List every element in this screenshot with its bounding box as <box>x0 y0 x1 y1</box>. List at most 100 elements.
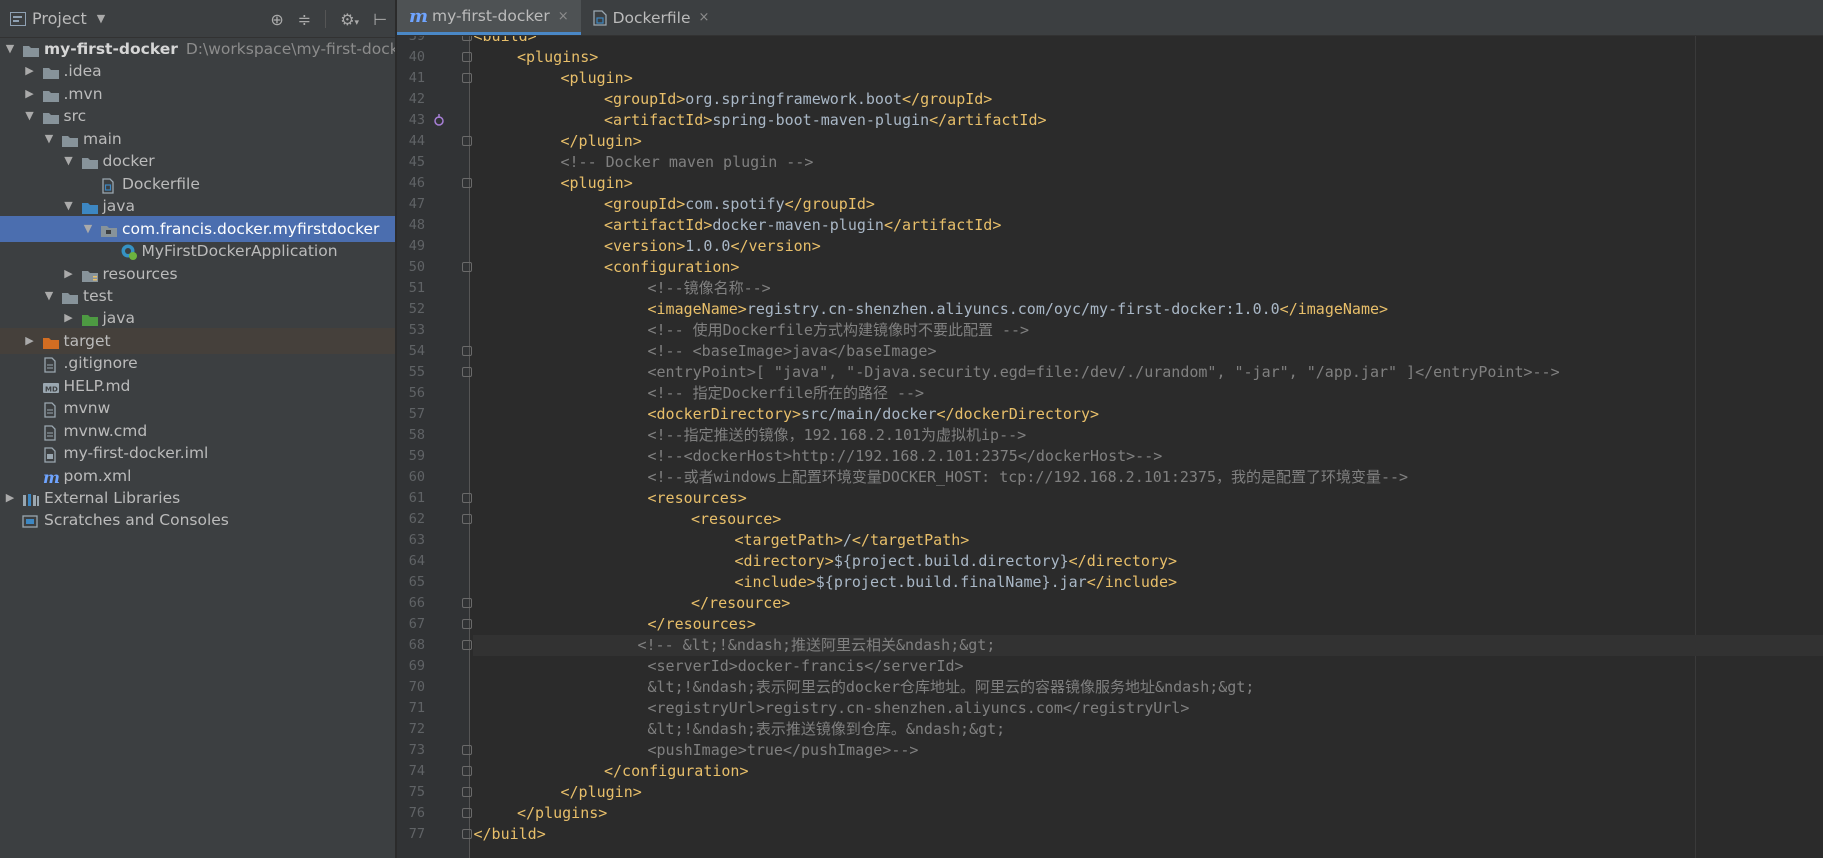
line-number: 68 <box>408 637 425 653</box>
fold-marker-icon[interactable] <box>462 52 472 62</box>
code-line-content: <!-- 指定Dockerfile所在的路径 --> <box>648 383 925 404</box>
line-number: 41 <box>408 70 425 86</box>
code-line[interactable]: </plugin> <box>473 131 1823 152</box>
code-editor[interactable]: 39 40 41 42 43 44 45 46 47 48 49 50 51 52 53 54 55 56 57 58… <box>397 36 1823 858</box>
code-line[interactable]: <resource> <box>473 509 1823 530</box>
chevron-down-icon[interactable]: ▼ <box>97 12 105 25</box>
line-number: 62 <box>408 511 425 527</box>
svg-text:MD: MD <box>45 385 58 393</box>
xml-comment: &lt;!&ndash;表示阿里云的docker仓库地址。阿里云的容器镜像服务地… <box>647 678 1255 696</box>
code-line[interactable]: <include>${project.build.finalName}.jar<… <box>473 572 1823 593</box>
code-line[interactable]: <plugins> <box>473 47 1823 68</box>
editor-tab-bar: m my-first-docker × Dockerfile × <box>397 0 1823 36</box>
code-line[interactable]: <!-- 使用Dockerfile方式构建镜像时不要此配置 --> <box>473 320 1823 341</box>
fold-marker-icon[interactable] <box>462 73 472 83</box>
fold-marker-icon[interactable] <box>462 136 472 146</box>
hide-panel-icon[interactable]: ⊢ <box>373 10 387 29</box>
close-icon[interactable]: × <box>699 10 710 25</box>
fold-marker-icon[interactable] <box>462 346 472 356</box>
fold-marker-icon[interactable] <box>462 514 472 524</box>
line-number: 60 <box>408 469 425 485</box>
line-number: 67 <box>408 616 425 632</box>
fold-marker-icon[interactable] <box>462 178 472 188</box>
code-line[interactable]: <groupId>org.springframework.boot</group… <box>473 89 1823 110</box>
code-line[interactable]: <!--<dockerHost>http://192.168.2.101:237… <box>473 446 1823 467</box>
fold-marker-icon[interactable] <box>462 619 472 629</box>
xml-tag-open: <groupId> <box>604 195 686 213</box>
line-number: 57 <box>408 406 425 422</box>
code-line[interactable]: <directory>${project.build.directory}</d… <box>473 551 1823 572</box>
code-line[interactable]: <!-- <baseImage>java</baseImage> <box>473 341 1823 362</box>
xml-tag: <plugin> <box>560 69 633 87</box>
xml-tag-close: </version> <box>730 237 821 255</box>
code-line-content: <artifactId>spring-boot-maven-plugin</ar… <box>604 110 1047 131</box>
code-line[interactable]: <registryUrl>registry.cn-shenzhen.aliyun… <box>473 698 1823 719</box>
close-icon[interactable]: × <box>558 9 569 24</box>
code-line[interactable]: <!-- 指定Dockerfile所在的路径 --> <box>473 383 1823 404</box>
xml-tag: </plugin> <box>560 783 642 801</box>
xml-tag-close: </artifactId> <box>929 111 1047 129</box>
code-line[interactable]: <configuration> <box>473 257 1823 278</box>
line-number: 44 <box>408 133 425 149</box>
project-panel-title[interactable]: Project <box>32 9 87 28</box>
fold-marker-icon[interactable] <box>462 262 472 272</box>
tab-pom-xml[interactable]: m my-first-docker × <box>397 0 581 35</box>
code-line[interactable]: </build> <box>473 824 1823 845</box>
code-line[interactable]: <artifactId>docker-maven-plugin</artifac… <box>473 215 1823 236</box>
gear-icon[interactable]: ⚙▾ <box>340 10 359 29</box>
xml-tag: <resources> <box>647 489 747 507</box>
code-line[interactable]: <plugin> <box>473 173 1823 194</box>
spring-class-icon <box>120 243 138 261</box>
package-icon <box>100 221 118 237</box>
code-line[interactable]: <!--或者windows上配置环境变量DOCKER_HOST: tcp://1… <box>473 467 1823 488</box>
source-folder-icon <box>81 198 99 215</box>
code-line[interactable]: </resources> <box>473 614 1823 635</box>
code-line[interactable]: <groupId>com.spotify</groupId> <box>473 194 1823 215</box>
code-line[interactable]: <!--镜像名称--> <box>473 278 1823 299</box>
code-line[interactable]: <!-- Docker maven plugin --> <box>473 152 1823 173</box>
xml-comment: <registryUrl>registry.cn-shenzhen.aliyun… <box>647 699 1190 717</box>
locate-target-icon[interactable]: ⊕ <box>270 10 283 29</box>
code-line[interactable]: <!-- &lt;!&ndash;推送阿里云相关&ndash;&gt; <box>473 635 1823 656</box>
code-line[interactable]: </plugin> <box>473 782 1823 803</box>
code-line[interactable]: </resource> <box>473 593 1823 614</box>
fold-marker-icon[interactable] <box>462 640 472 650</box>
collapse-all-icon[interactable]: ≑ <box>298 10 311 29</box>
fold-marker-icon[interactable] <box>462 36 472 41</box>
fold-marker-icon[interactable] <box>462 598 472 608</box>
code-line[interactable]: <artifactId>spring-boot-maven-plugin</ar… <box>473 110 1823 131</box>
fold-marker-icon[interactable] <box>462 766 472 776</box>
code-line[interactable]: <dockerDirectory>src/main/docker</docker… <box>473 404 1823 425</box>
xml-comment: &lt;!&ndash;表示推送镜像到仓库。&ndash;&gt; <box>647 720 1006 738</box>
code-line[interactable]: <entryPoint>[ "java", "-Djava.security.e… <box>473 362 1823 383</box>
xml-tag-close: </groupId> <box>784 195 875 213</box>
code-line-content: </resources> <box>648 614 756 635</box>
code-line[interactable]: <build> <box>473 36 1823 47</box>
run-gutter-icon[interactable] <box>433 113 445 127</box>
code-line[interactable]: </plugins> <box>473 803 1823 824</box>
xml-text-value: spring-boot-maven-plugin <box>712 111 930 129</box>
code-line[interactable]: <imageName>registry.cn-shenzhen.aliyuncs… <box>473 299 1823 320</box>
code-line[interactable]: <resources> <box>473 488 1823 509</box>
fold-marker-icon[interactable] <box>462 367 472 377</box>
code-line[interactable]: <serverId>docker-francis</serverId> <box>473 656 1823 677</box>
fold-marker-icon[interactable] <box>462 745 472 755</box>
tab-label: my-first-docker <box>432 7 550 25</box>
tab-dockerfile[interactable]: Dockerfile × <box>581 0 722 35</box>
xml-text-value: docker-maven-plugin <box>712 216 884 234</box>
project-view-icon[interactable] <box>10 11 26 26</box>
code-line[interactable]: &lt;!&ndash;表示阿里云的docker仓库地址。阿里云的容器镜像服务地… <box>473 677 1823 698</box>
excluded-folder-icon <box>42 333 60 349</box>
code-line[interactable]: </configuration> <box>473 761 1823 782</box>
code-line[interactable]: <!--指定推送的镜像，192.168.2.101为虚拟机ip--> <box>473 425 1823 446</box>
code-line[interactable]: <plugin> <box>473 68 1823 89</box>
code-line[interactable]: <version>1.0.0</version> <box>473 236 1823 257</box>
fold-marker-icon[interactable] <box>462 808 472 818</box>
tree-item[interactable]: Scratches and Consoles <box>0 507 395 533</box>
code-line[interactable]: <pushImage>true</pushImage>--> <box>473 740 1823 761</box>
code-line[interactable]: <targetPath>/</targetPath> <box>473 530 1823 551</box>
fold-marker-icon[interactable] <box>462 829 472 839</box>
fold-marker-icon[interactable] <box>462 787 472 797</box>
code-line[interactable]: &lt;!&ndash;表示推送镜像到仓库。&ndash;&gt; <box>473 719 1823 740</box>
fold-marker-icon[interactable] <box>462 493 472 503</box>
